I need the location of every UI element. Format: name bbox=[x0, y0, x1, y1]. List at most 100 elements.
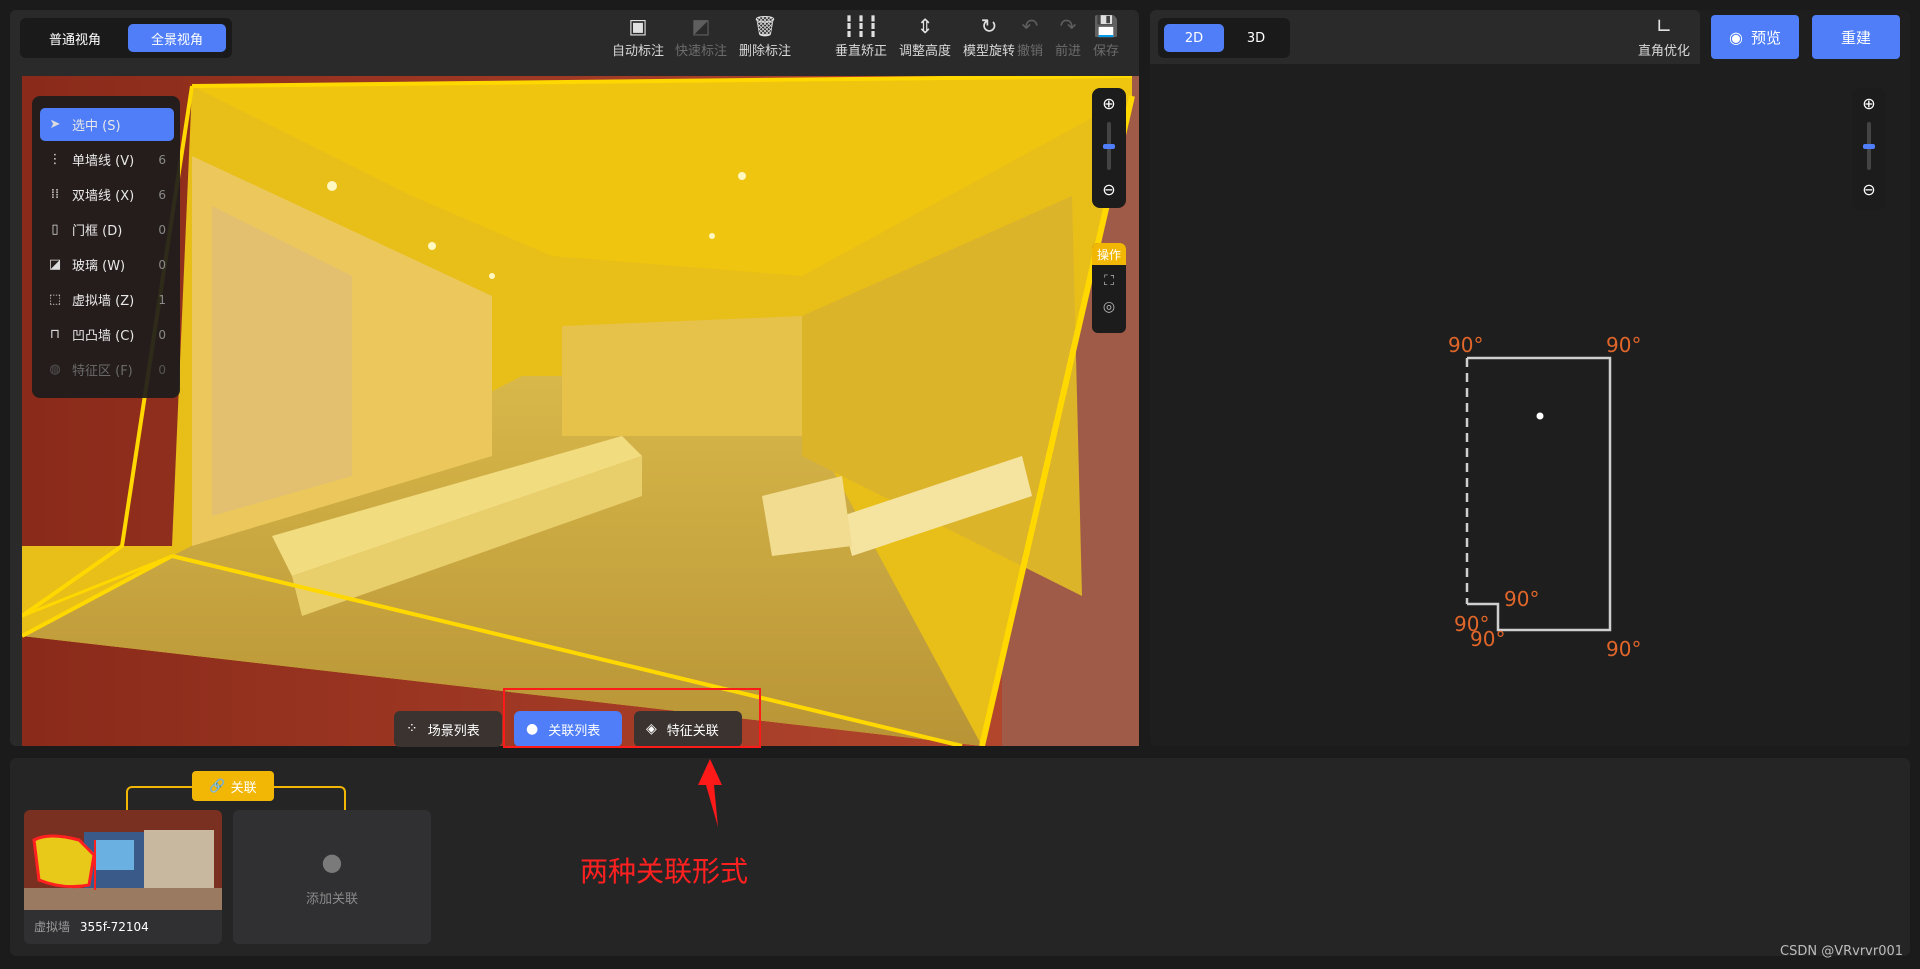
annotation-glass-count: 0 bbox=[158, 257, 166, 272]
panorama-scene bbox=[22, 76, 1139, 746]
delete-annotation-label: 删除标注 bbox=[738, 44, 791, 59]
undo-button[interactable]: ↶ 撤销 bbox=[1012, 12, 1048, 64]
glass-icon: ◪ bbox=[48, 257, 62, 272]
watermark: CSDN @VRvrvr001 bbox=[1780, 944, 1904, 959]
preview-label: 预览 bbox=[1750, 28, 1781, 47]
undo-label: 撤销 bbox=[1016, 44, 1043, 59]
trash-icon: 🗑 bbox=[752, 14, 778, 38]
quick-annotate-button[interactable]: ◩ 快速标注 bbox=[670, 12, 732, 64]
redo-icon: ↷ bbox=[1059, 14, 1077, 38]
door-icon: ▯ bbox=[51, 222, 59, 237]
annotation-door-count: 0 bbox=[158, 222, 166, 237]
save-label: 保存 bbox=[1092, 44, 1119, 59]
angle-label: 90° bbox=[1606, 333, 1641, 357]
scene-list-button[interactable]: ⁘ 场景列表 bbox=[394, 711, 502, 747]
annotation-double-wall-count: 6 bbox=[158, 187, 166, 202]
angle-label: 90° bbox=[1448, 333, 1483, 357]
zoom-slider-thumb[interactable] bbox=[1103, 144, 1115, 149]
add-association-label: 添加关联 bbox=[305, 892, 358, 907]
association-card[interactable]: 虚拟墙 355f-72104 bbox=[24, 810, 222, 944]
callout-text: 两种关联形式 bbox=[580, 855, 749, 888]
panorama-view-button[interactable]: 全景视角 bbox=[128, 24, 226, 52]
target-icon[interactable]: ◎ bbox=[1092, 299, 1126, 315]
save-button[interactable]: 💾 保存 bbox=[1088, 12, 1124, 64]
auto-annotate-button[interactable]: ▣ 自动标注 bbox=[607, 12, 669, 64]
floorplan-panel: 2D 3D ∟ 直角优化 ⊕ ⊖ 90° 90° 90° 90° 90° 90° bbox=[1150, 10, 1910, 746]
panorama-viewport[interactable] bbox=[22, 76, 1139, 746]
annotation-virtual-wall-label: 虚拟墙 (Z) bbox=[72, 294, 135, 309]
vertical-correct-icon: ┇┇┇ bbox=[842, 14, 880, 38]
redo-label: 前进 bbox=[1054, 44, 1081, 59]
annotation-virtual-wall-count: 1 bbox=[158, 292, 166, 307]
rebuild-button[interactable]: 重建 bbox=[1812, 15, 1900, 59]
annotation-double-wall[interactable]: ⁞⁞ 双墙线 (X) 6 bbox=[40, 178, 174, 211]
eye-icon: ◉ bbox=[1729, 27, 1743, 47]
single-wall-icon: ⋮ bbox=[48, 152, 62, 167]
annotation-bump-wall[interactable]: ⊓ 凹凸墙 (C) 0 bbox=[40, 318, 174, 351]
association-card-type: 虚拟墙 bbox=[34, 920, 71, 934]
cursor-icon: ➤ bbox=[49, 117, 61, 132]
annotation-single-wall-label: 单墙线 (V) bbox=[72, 154, 135, 169]
zoom-out-icon[interactable]: ⊖ bbox=[1092, 180, 1126, 199]
panorama-thumbnail bbox=[24, 810, 222, 910]
redo-button[interactable]: ↷ 前进 bbox=[1050, 12, 1086, 64]
double-wall-icon: ⁞⁞ bbox=[50, 187, 60, 202]
angle-label: 90° bbox=[1606, 637, 1641, 661]
annotation-bump-wall-count: 0 bbox=[158, 327, 166, 342]
annotation-double-wall-label: 双墙线 (X) bbox=[72, 189, 135, 204]
model-rotate-button[interactable]: ↻ 模型旋转 bbox=[958, 12, 1020, 64]
vertical-correct-button[interactable]: ┇┇┇ 垂直矫正 bbox=[830, 12, 892, 64]
adjust-height-button[interactable]: ⇕ 调整高度 bbox=[894, 12, 956, 64]
operations-strip: 操作 ⛶ ◎ bbox=[1092, 243, 1126, 333]
annotation-select[interactable]: ➤ 选中 (S) bbox=[40, 108, 174, 141]
operations-label: 操作 bbox=[1092, 243, 1126, 265]
annotation-feature-area-label: 特征区 (F) bbox=[72, 364, 133, 379]
auto-annotate-label: 自动标注 bbox=[611, 44, 664, 59]
association-badge[interactable]: 🔗 关联 bbox=[192, 771, 274, 801]
panorama-editor-panel: 普通视角 全景视角 ▣ 自动标注 ◩ 快速标注 🗑 删除标注 ┇┇┇ 垂直矫正 … bbox=[10, 10, 1139, 748]
annotation-type-panel: ➤ 选中 (S) ⋮ 单墙线 (V) 6 ⁞⁞ 双墙线 (X) 6 ▯ 门框 (… bbox=[32, 96, 180, 398]
annotation-virtual-wall[interactable]: ⬚ 虚拟墙 (Z) 1 bbox=[40, 283, 174, 316]
zoom-in-icon[interactable]: ⊕ bbox=[1092, 94, 1126, 113]
annotation-glass[interactable]: ◪ 玻璃 (W) 0 bbox=[40, 248, 174, 281]
rotate-icon: ↻ bbox=[980, 14, 998, 38]
viewport-zoom-control: ⊕ ⊖ bbox=[1092, 88, 1126, 208]
delete-annotation-button[interactable]: 🗑 删除标注 bbox=[734, 12, 796, 64]
floorplan-canvas[interactable]: 90° 90° 90° 90° 90° 90° bbox=[1150, 10, 1910, 746]
annotation-feature-area-count: 0 bbox=[158, 362, 166, 377]
virtual-wall-icon: ⬚ bbox=[48, 292, 62, 307]
model-rotate-label: 模型旋转 bbox=[962, 44, 1015, 59]
quick-annotate-icon: ◩ bbox=[691, 14, 711, 38]
feature-area-icon: ◍ bbox=[49, 362, 61, 377]
annotation-door-label: 门框 (D) bbox=[72, 224, 123, 239]
preview-button[interactable]: ◉ 预览 bbox=[1711, 15, 1799, 59]
angle-label: 90° bbox=[1470, 627, 1505, 651]
annotation-single-wall-count: 6 bbox=[158, 152, 166, 167]
view-mode-toggle: 普通视角 全景视角 bbox=[20, 18, 232, 58]
scene-list-icon: ⁘ bbox=[406, 721, 418, 737]
association-card-id: 355f-72104 bbox=[79, 920, 149, 934]
quick-annotate-label: 快速标注 bbox=[674, 44, 727, 59]
annotation-door[interactable]: ▯ 门框 (D) 0 bbox=[40, 213, 174, 246]
save-icon: 💾 bbox=[1093, 14, 1119, 38]
add-link-icon: ● bbox=[321, 848, 343, 876]
callout-arrow bbox=[698, 759, 722, 827]
vertical-correct-label: 垂直矫正 bbox=[834, 44, 887, 59]
scene-list-label: 场景列表 bbox=[427, 723, 480, 739]
annotation-select-label: 选中 (S) bbox=[72, 119, 121, 134]
callout-box bbox=[503, 688, 761, 748]
auto-annotate-icon: ▣ bbox=[628, 14, 648, 38]
add-association-card[interactable]: ● 添加关联 bbox=[233, 810, 431, 944]
association-card-caption: 虚拟墙 355f-72104 bbox=[34, 918, 149, 935]
height-adjust-icon: ⇕ bbox=[916, 14, 934, 38]
association-badge-label: 关联 bbox=[230, 780, 257, 796]
annotation-glass-label: 玻璃 (W) bbox=[72, 259, 126, 274]
link-icon: 🔗 bbox=[209, 778, 226, 794]
normal-view-button[interactable]: 普通视角 bbox=[26, 24, 124, 52]
undo-icon: ↶ bbox=[1021, 14, 1039, 38]
angle-label: 90° bbox=[1504, 587, 1539, 611]
annotation-feature-area[interactable]: ◍ 特征区 (F) 0 bbox=[40, 353, 174, 386]
fit-view-icon[interactable]: ⛶ bbox=[1092, 273, 1126, 289]
annotation-single-wall[interactable]: ⋮ 单墙线 (V) 6 bbox=[40, 143, 174, 176]
adjust-height-label: 调整高度 bbox=[898, 44, 951, 59]
